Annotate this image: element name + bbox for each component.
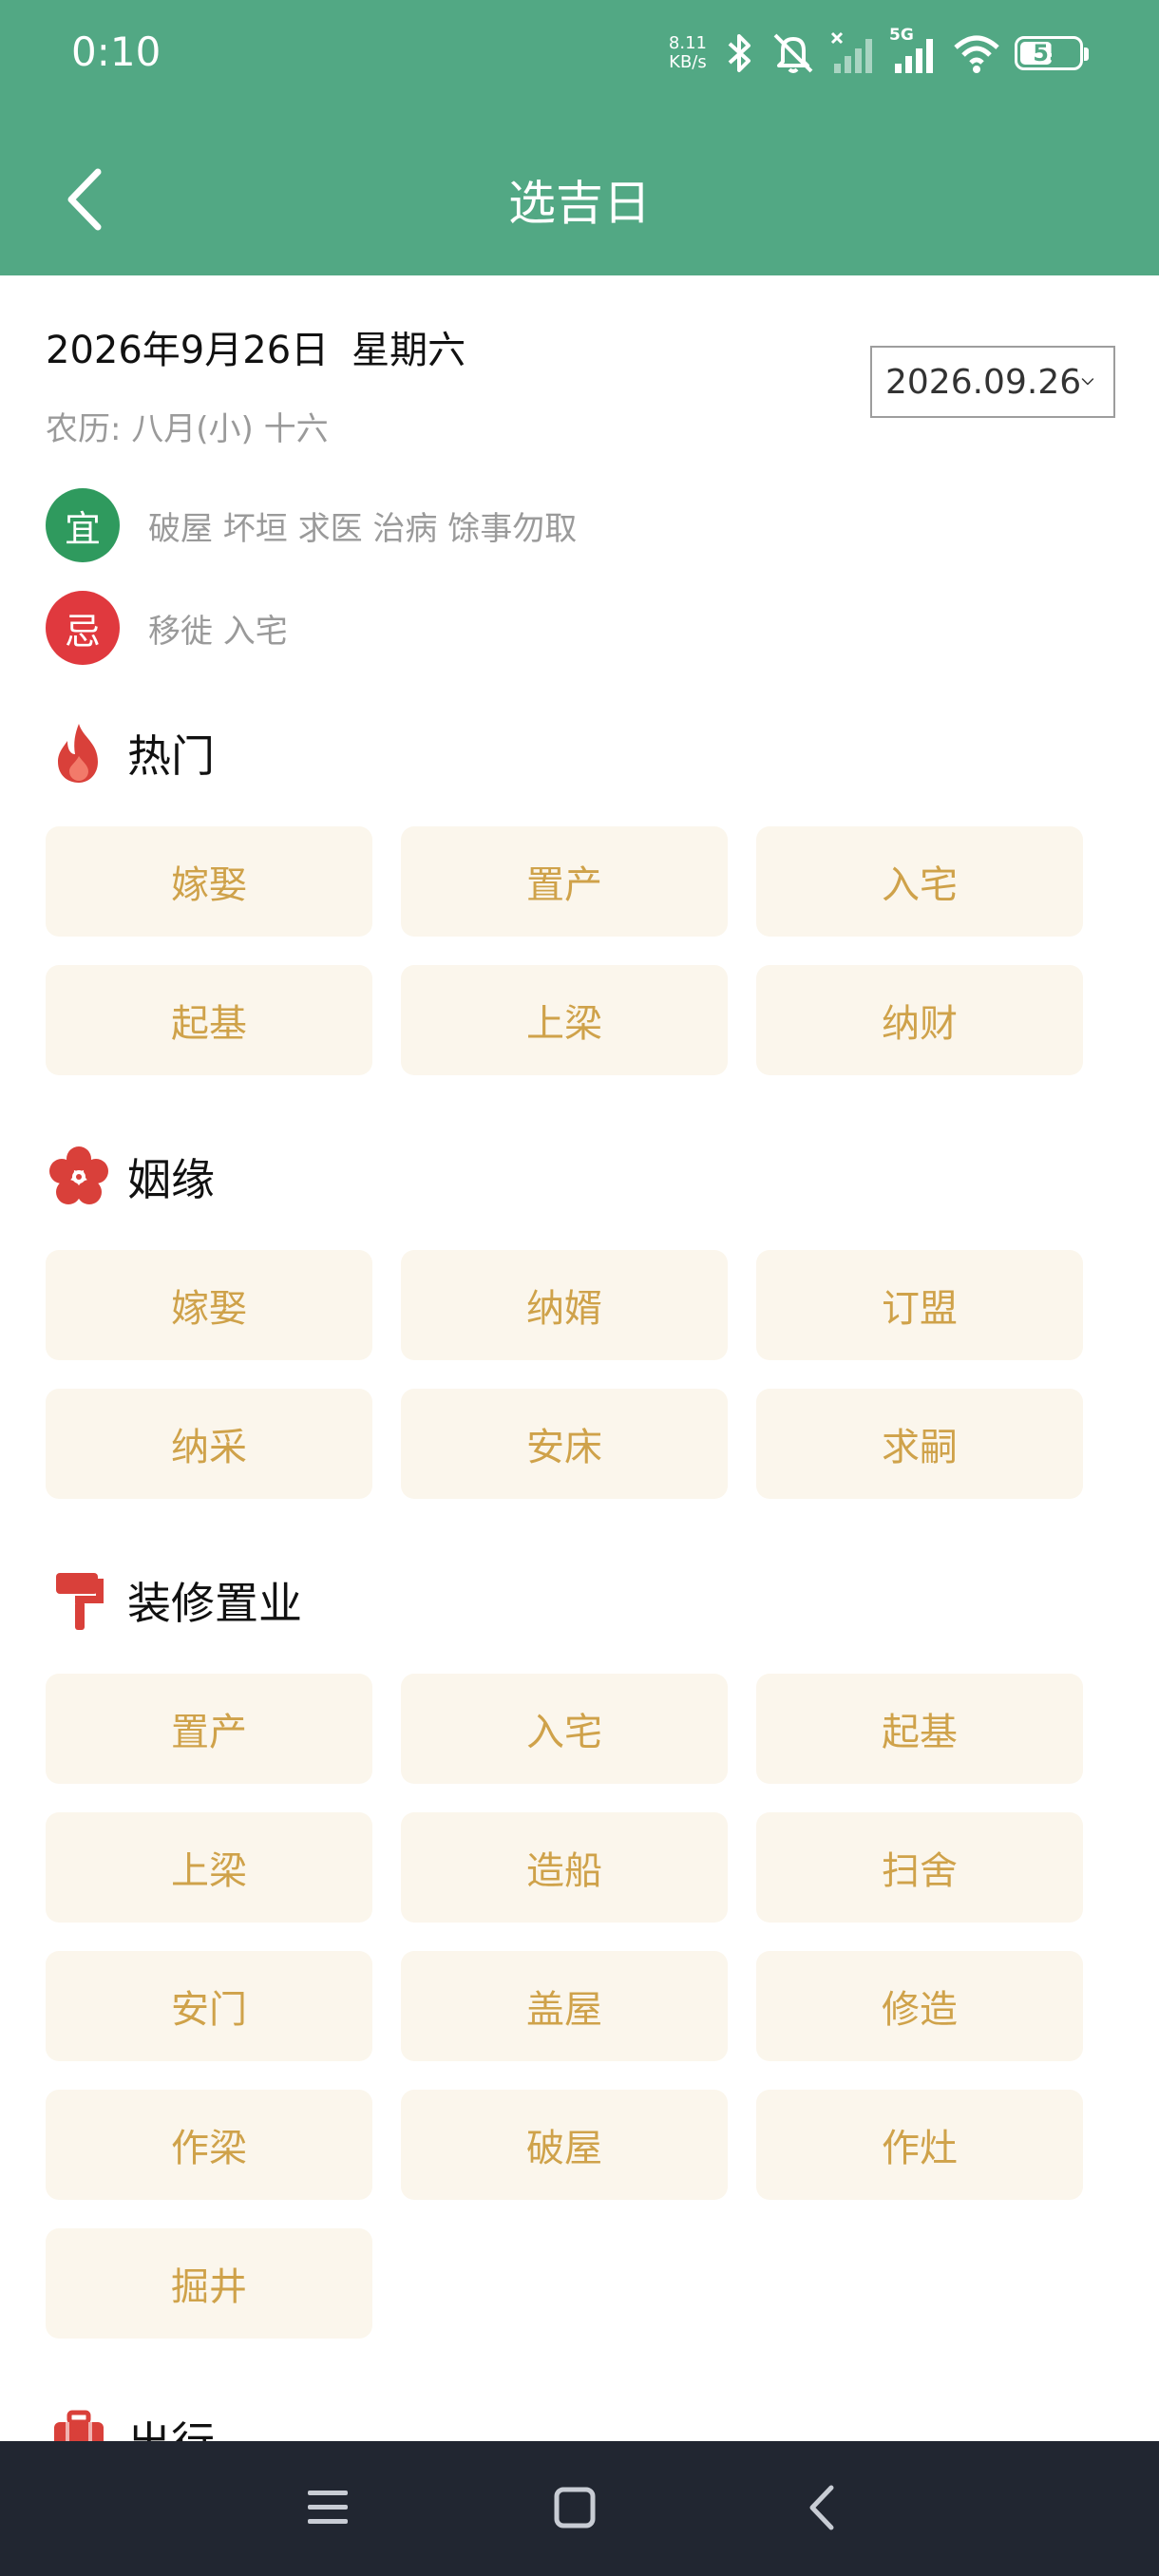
menu-button[interactable] bbox=[285, 2470, 370, 2546]
nav-back-button[interactable] bbox=[779, 2470, 864, 2546]
chip-hot-1[interactable]: 置产 bbox=[401, 826, 728, 937]
paint-roller-icon bbox=[46, 1567, 112, 1634]
status-time: 0:10 bbox=[71, 28, 162, 75]
signal-off-icon bbox=[830, 31, 878, 75]
mute-icon bbox=[770, 31, 817, 75]
flower-icon bbox=[46, 1144, 112, 1210]
category-renovation-label: 装修置业 bbox=[127, 1578, 302, 1629]
signal-icon: 5G bbox=[889, 26, 939, 75]
chip-renovation-11[interactable]: 作灶 bbox=[756, 2090, 1083, 2200]
net-speed-unit: KB/s bbox=[669, 52, 707, 72]
category-hot-title: 热门 bbox=[46, 720, 215, 786]
solar-date: 2026年9月26日 星期六 bbox=[46, 319, 466, 374]
ji-text: 移徙 入宅 bbox=[148, 612, 288, 651]
chip-hot-0[interactable]: 嫁娶 bbox=[46, 826, 372, 937]
chip-marriage-4[interactable]: 安床 bbox=[401, 1389, 728, 1499]
app-header: 0:10 8.11 KB/s 5G 55 选吉日 bbox=[0, 0, 1159, 275]
battery-icon: 55 bbox=[1015, 36, 1089, 70]
page-title: 选吉日 bbox=[508, 176, 651, 231]
chip-renovation-6[interactable]: 安门 bbox=[46, 1951, 372, 2061]
chip-marriage-2[interactable]: 订盟 bbox=[756, 1250, 1083, 1360]
chip-renovation-10[interactable]: 破屋 bbox=[401, 2090, 728, 2200]
date-picker-value: 2026.09.26 bbox=[885, 362, 1082, 402]
chip-renovation-12[interactable]: 掘井 bbox=[46, 2228, 372, 2339]
net-speed: 8.11 KB/s bbox=[669, 34, 707, 72]
chip-renovation-4[interactable]: 造船 bbox=[401, 1812, 728, 1923]
chip-marriage-0[interactable]: 嫁娶 bbox=[46, 1250, 372, 1360]
chip-renovation-1[interactable]: 入宅 bbox=[401, 1674, 728, 1784]
toolbar: 选吉日 bbox=[0, 133, 1159, 256]
yi-row: 宜 破屋 坏垣 求医 治病 馀事勿取 bbox=[46, 488, 577, 562]
status-icons: 8.11 KB/s 5G 55 bbox=[669, 26, 1089, 80]
chip-renovation-3[interactable]: 上梁 bbox=[46, 1812, 372, 1923]
chip-hot-3[interactable]: 起基 bbox=[46, 965, 372, 1075]
system-nav-bar bbox=[0, 2441, 1159, 2576]
chip-renovation-7[interactable]: 盖屋 bbox=[401, 1951, 728, 2061]
category-marriage-label: 姻缘 bbox=[127, 1154, 215, 1205]
chip-hot-4[interactable]: 上梁 bbox=[401, 965, 728, 1075]
chip-hot-2[interactable]: 入宅 bbox=[756, 826, 1083, 937]
category-marriage-title: 姻缘 bbox=[46, 1144, 215, 1210]
wifi-icon bbox=[952, 32, 1001, 74]
date-picker[interactable]: 2026.09.26 bbox=[870, 346, 1115, 418]
chevron-down-icon bbox=[1081, 378, 1094, 386]
chip-renovation-2[interactable]: 起基 bbox=[756, 1674, 1083, 1784]
ji-badge: 忌 bbox=[46, 591, 120, 665]
menu-icon bbox=[308, 2491, 348, 2524]
net-speed-value: 8.11 bbox=[668, 33, 707, 53]
category-renovation-grid: 置产 入宅 起基 上梁 造船 扫舍 安门 盖屋 修造 作梁 破屋 作灶 掘井 bbox=[46, 1674, 1087, 2339]
chip-renovation-9[interactable]: 作梁 bbox=[46, 2090, 372, 2200]
chip-renovation-8[interactable]: 修造 bbox=[756, 1951, 1083, 2061]
chip-renovation-0[interactable]: 置产 bbox=[46, 1674, 372, 1784]
chip-renovation-5[interactable]: 扫舍 bbox=[756, 1812, 1083, 1923]
solar-date-text: 2026年9月26日 bbox=[46, 329, 330, 372]
weekday: 星期六 bbox=[352, 329, 466, 372]
home-icon bbox=[554, 2487, 596, 2529]
chip-marriage-5[interactable]: 求嗣 bbox=[756, 1389, 1083, 1499]
ji-row: 忌 移徙 入宅 bbox=[46, 591, 288, 665]
bluetooth-icon bbox=[724, 32, 756, 74]
chip-hot-5[interactable]: 纳财 bbox=[756, 965, 1083, 1075]
yi-text: 破屋 坏垣 求医 治病 馀事勿取 bbox=[148, 509, 578, 548]
home-button[interactable] bbox=[532, 2470, 618, 2546]
category-hot-label: 热门 bbox=[127, 730, 215, 782]
lunar-date: 农历: 八月(小) 十六 bbox=[46, 410, 329, 448]
yi-badge: 宜 bbox=[46, 488, 120, 562]
network-type: 5G bbox=[889, 26, 914, 45]
battery-level: 55 bbox=[1033, 40, 1065, 66]
back-icon bbox=[809, 2485, 834, 2530]
category-renovation-title: 装修置业 bbox=[46, 1567, 302, 1634]
category-marriage-grid: 嫁娶 纳婿 订盟 纳采 安床 求嗣 bbox=[46, 1250, 1087, 1499]
chip-marriage-3[interactable]: 纳采 bbox=[46, 1389, 372, 1499]
category-hot-grid: 嫁娶 置产 入宅 起基 上梁 纳财 bbox=[46, 826, 1087, 1075]
fire-icon bbox=[46, 720, 112, 786]
chip-marriage-1[interactable]: 纳婿 bbox=[401, 1250, 728, 1360]
status-bar: 0:10 8.11 KB/s 5G 55 bbox=[0, 0, 1159, 104]
